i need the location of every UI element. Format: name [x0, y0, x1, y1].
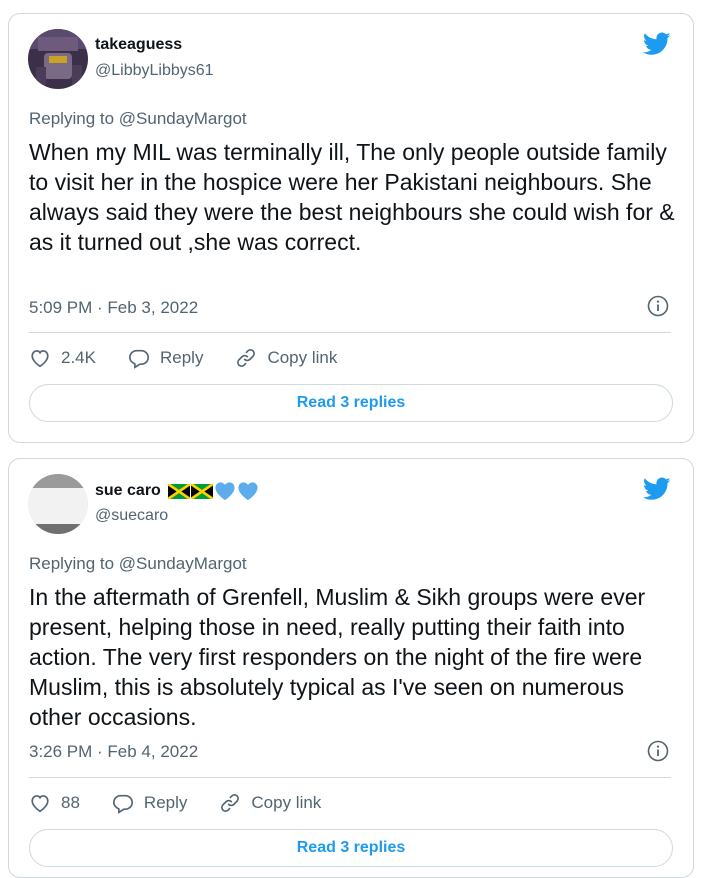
- like-button[interactable]: 2.4K: [29, 347, 96, 369]
- tweet-timestamp[interactable]: 5:09 PM · Feb 3, 2022: [29, 298, 198, 318]
- info-icon[interactable]: [647, 295, 669, 317]
- reply-button[interactable]: Reply: [128, 347, 203, 369]
- display-name[interactable]: takeaguess: [95, 36, 182, 54]
- link-icon: [237, 349, 256, 367]
- reply-bubble-icon: [128, 349, 149, 369]
- copy-link-label: Copy link: [267, 348, 338, 367]
- link-icon: [221, 794, 240, 812]
- divider: [29, 332, 671, 333]
- blue-heart-emoji: [215, 482, 235, 501]
- replying-prefix: Replying to: [29, 554, 115, 573]
- twitter-bird-icon[interactable]: [643, 477, 671, 501]
- tweet-actions: 88 Reply Copy link: [29, 792, 353, 814]
- tweet-card[interactable]: sue caro @suecaro Replying to @SundayMar…: [8, 458, 694, 878]
- reply-label: Reply: [159, 348, 204, 367]
- heart-icon: [31, 795, 49, 813]
- tweet-actions: 2.4K Reply Copy link: [29, 347, 369, 369]
- replying-to-mention[interactable]: @SundayMargot: [119, 554, 247, 573]
- like-count: 2.4K: [61, 348, 96, 367]
- like-count: 88: [61, 793, 80, 812]
- jamaica-flag-emoji: [167, 483, 190, 499]
- read-replies-button[interactable]: Read 3 replies: [29, 384, 673, 422]
- user-handle[interactable]: @LibbyLibbys61: [95, 62, 214, 80]
- name-emojis: [167, 481, 259, 501]
- user-handle[interactable]: @suecaro: [95, 507, 168, 525]
- reply-label: Reply: [143, 793, 188, 812]
- read-replies-button[interactable]: Read 3 replies: [29, 829, 673, 867]
- display-name[interactable]: sue caro: [95, 482, 161, 500]
- blue-heart-emoji: [238, 482, 258, 501]
- reply-bubble-icon: [112, 794, 133, 814]
- replying-prefix: Replying to: [29, 109, 115, 128]
- divider: [29, 777, 671, 778]
- heart-icon: [31, 350, 49, 368]
- jamaica-flag-emoji: [190, 483, 213, 499]
- tweet-timestamp[interactable]: 3:26 PM · Feb 4, 2022: [29, 742, 198, 762]
- copy-link-button[interactable]: Copy link: [219, 792, 321, 814]
- tweet-text: When my MIL was terminally ill, The only…: [29, 139, 675, 255]
- replying-to: Replying to @SundayMargot: [29, 554, 247, 574]
- info-icon[interactable]: [647, 740, 669, 762]
- tweet-card[interactable]: takeaguess @LibbyLibbys61 Replying to @S…: [8, 13, 694, 443]
- twitter-bird-icon[interactable]: [643, 32, 671, 56]
- copy-link-button[interactable]: Copy link: [235, 347, 337, 369]
- replying-to: Replying to @SundayMargot: [29, 109, 247, 129]
- avatar[interactable]: [28, 474, 88, 534]
- copy-link-label: Copy link: [251, 793, 322, 812]
- avatar[interactable]: [28, 29, 88, 89]
- like-button[interactable]: 88: [29, 792, 80, 814]
- tweet-text: In the aftermath of Grenfell, Muslim & S…: [29, 584, 646, 730]
- reply-button[interactable]: Reply: [112, 792, 187, 814]
- replying-to-mention[interactable]: @SundayMargot: [119, 109, 247, 128]
